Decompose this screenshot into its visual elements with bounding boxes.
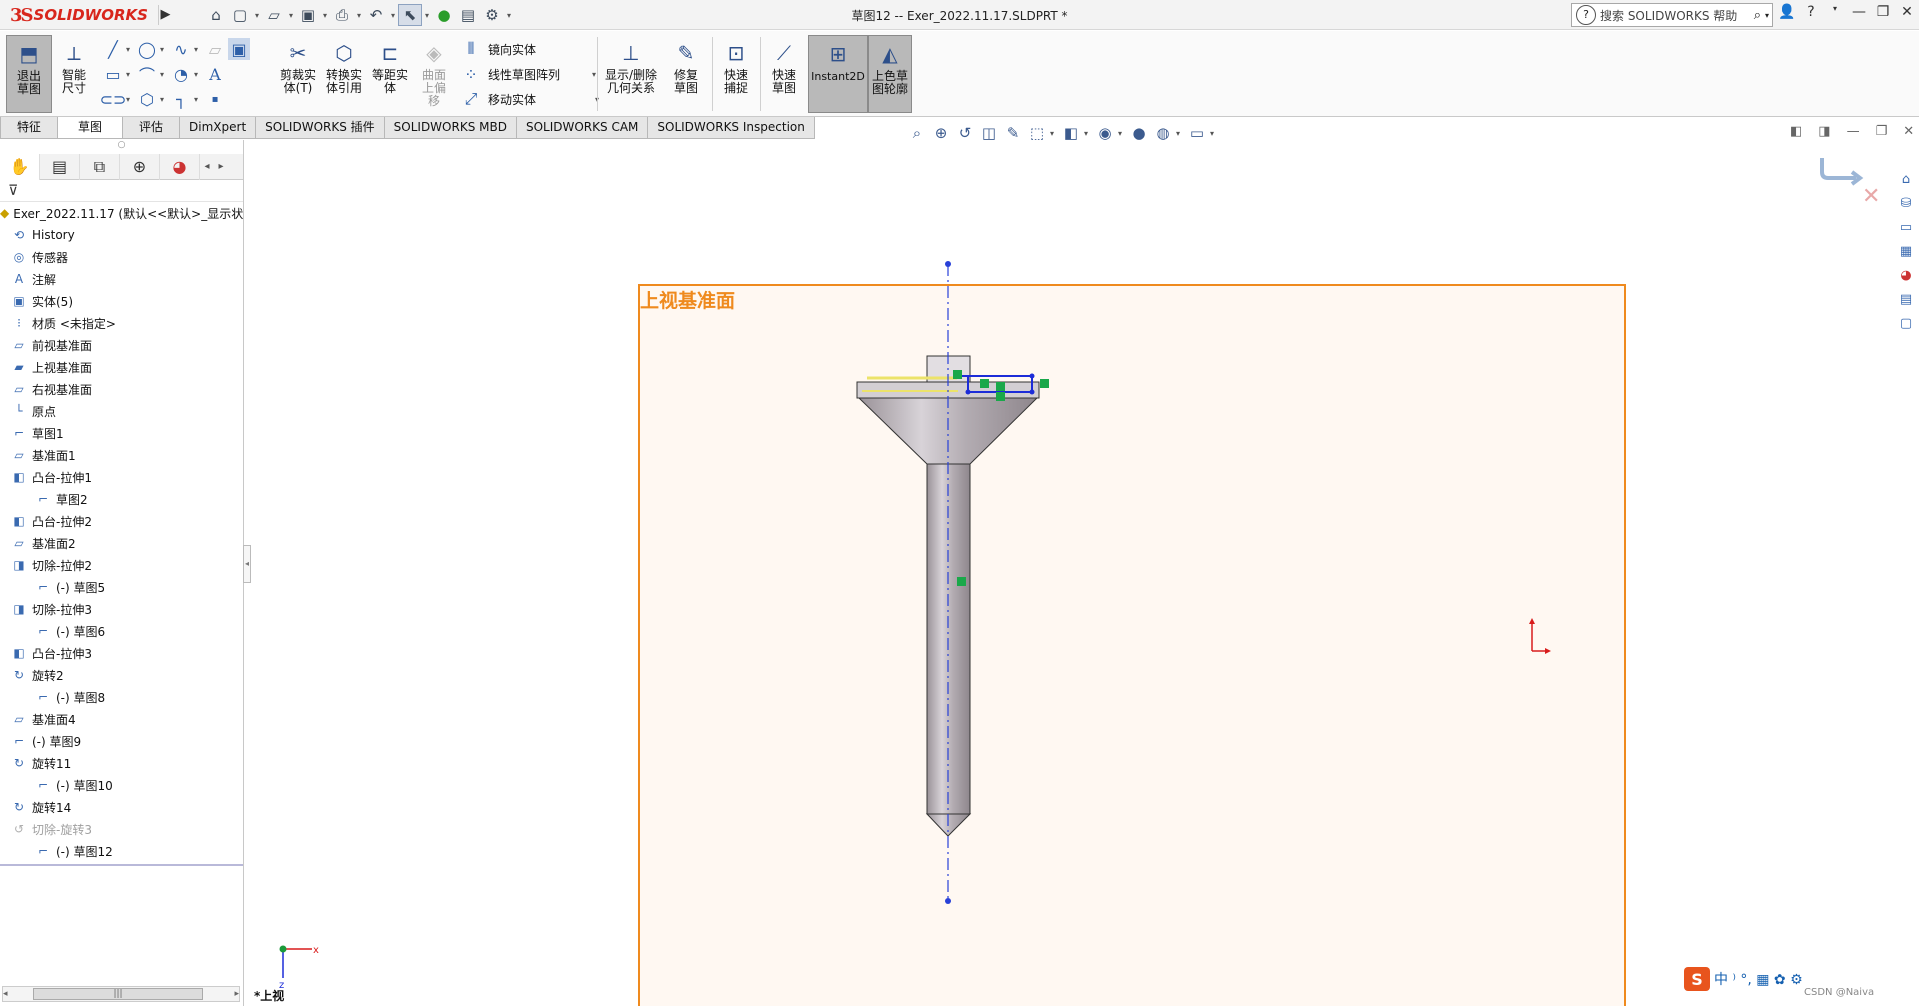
view-name-label: *上视: [254, 989, 285, 1003]
sw-resources-icon[interactable]: ⌂: [1895, 168, 1917, 190]
view-palette-icon[interactable]: ▦: [1895, 240, 1917, 262]
confirm-sketch-icon: [1820, 158, 1856, 180]
origin-x-arrow: [1545, 648, 1551, 654]
custom-properties-icon[interactable]: ▤: [1895, 288, 1917, 310]
cancel-sketch-icon: ✕: [1862, 184, 1880, 209]
triad-origin: [279, 945, 287, 953]
sogou-logo-icon[interactable]: S: [1684, 967, 1710, 991]
relation-marker: [1040, 379, 1049, 388]
centerline-endpoint: [945, 898, 951, 904]
relation-marker: [996, 382, 1005, 391]
sketch-point: [1029, 373, 1035, 379]
relation-marker: [953, 370, 962, 379]
triad-x-label: x: [313, 945, 319, 956]
origin-y-arrow: [1529, 618, 1535, 624]
appearances-icon[interactable]: ◕: [1895, 264, 1917, 286]
design-library-icon[interactable]: ⛁: [1895, 192, 1917, 214]
forum-icon[interactable]: ▢: [1895, 312, 1917, 334]
sketch-point: [965, 389, 971, 395]
task-pane-bar: ⌂ ⛁ ▭ ▦ ◕ ▤ ▢: [1895, 168, 1919, 334]
relation-marker: [980, 379, 989, 388]
file-explorer-icon[interactable]: ▭: [1895, 216, 1917, 238]
centerline-endpoint: [945, 261, 951, 267]
watermark: CSDN @Naiva: [1804, 987, 1875, 998]
model-drawing[interactable]: x z ✕: [0, 0, 1919, 1006]
sketch-point: [1029, 389, 1035, 395]
relation-marker: [996, 392, 1005, 401]
ime-toolbar: S 中 ⁾ °, ▦ ✿ ⚙: [1680, 966, 1807, 992]
ime-status-text[interactable]: 中 ⁾ °, ▦ ✿ ⚙: [1714, 969, 1803, 989]
relation-marker: [957, 577, 966, 586]
